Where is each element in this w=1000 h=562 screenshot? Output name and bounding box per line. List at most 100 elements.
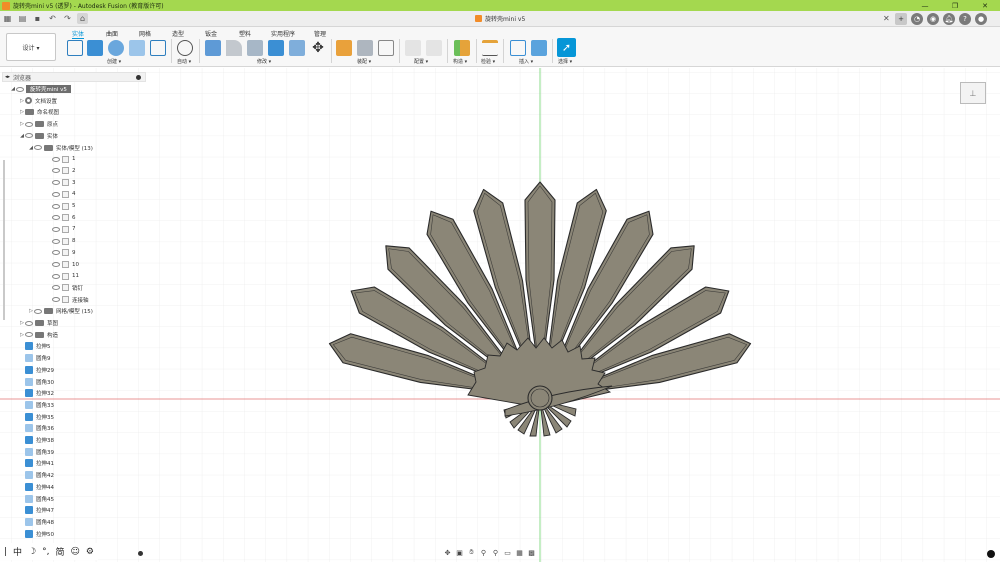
- browser-row[interactable]: ◢ 旋转壳mini v5: [10, 84, 71, 94]
- display-settings-icon[interactable]: ▭: [503, 548, 512, 557]
- viewcube[interactable]: ⊥: [960, 82, 986, 104]
- visibility-eye-icon[interactable]: [52, 168, 60, 174]
- browser-row[interactable]: 拉伸41: [19, 458, 54, 468]
- fillet-icon[interactable]: [226, 40, 242, 56]
- zoom-icon[interactable]: ⚲: [479, 548, 488, 557]
- browser-row[interactable]: 圆角9: [19, 353, 51, 363]
- browser-row[interactable]: 拉伸47: [19, 505, 54, 515]
- press-pull-icon[interactable]: [205, 40, 221, 56]
- visibility-eye-icon[interactable]: [25, 320, 33, 326]
- notifications-icon[interactable]: 🔔︎: [943, 13, 955, 25]
- group-select-label[interactable]: 选择 ▾: [558, 58, 572, 65]
- revolve-icon[interactable]: [108, 40, 124, 56]
- document-tab[interactable]: 旋转壳mini v5: [475, 14, 525, 23]
- job-status-icon[interactable]: ◔: [911, 13, 923, 25]
- browser-row[interactable]: 4: [46, 189, 76, 199]
- user-avatar-icon[interactable]: ●: [975, 13, 987, 25]
- browser-row[interactable]: 圆角33: [19, 400, 54, 410]
- browser-row[interactable]: ▷ 命名视图: [19, 107, 59, 117]
- browser-row[interactable]: ▷ 构造: [19, 330, 58, 340]
- tab-close-icon[interactable]: ✕: [883, 14, 890, 23]
- combine-icon[interactable]: [268, 40, 284, 56]
- visibility-eye-icon[interactable]: [52, 262, 60, 267]
- configure-rule-icon[interactable]: [426, 40, 442, 56]
- tab-sheet-metal[interactable]: 钣金: [205, 29, 217, 38]
- browser-scrollbar[interactable]: [3, 160, 5, 320]
- browser-row[interactable]: 圆角42: [19, 470, 54, 480]
- status-indicator-icon[interactable]: [987, 550, 995, 558]
- browser-row[interactable]: 8: [46, 236, 76, 246]
- browser-row[interactable]: 9: [46, 248, 76, 258]
- apps-grid-icon[interactable]: ▦: [2, 13, 13, 24]
- configure-table-icon[interactable]: [405, 40, 421, 56]
- browser-row[interactable]: ▷ 网格/模型 (15): [28, 306, 93, 316]
- extensions-icon[interactable]: ◉: [927, 13, 939, 25]
- browser-row[interactable]: 拉伸50: [19, 529, 54, 539]
- minimize-button[interactable]: —: [910, 0, 940, 11]
- browser-row[interactable]: ▷ 草图: [19, 318, 58, 328]
- extrude-icon[interactable]: [87, 40, 103, 56]
- browser-row[interactable]: 拉伸5: [19, 341, 51, 351]
- browser-header[interactable]: ◂▸ 浏览器: [2, 72, 146, 82]
- viewport[interactable]: [0, 68, 1000, 562]
- browser-pin-icon[interactable]: [136, 75, 141, 80]
- browser-row[interactable]: 圆角45: [19, 494, 54, 504]
- visibility-eye-icon[interactable]: [25, 121, 33, 127]
- browser-row[interactable]: 拉伸38: [19, 435, 54, 445]
- save-icon[interactable]: ▪: [32, 13, 43, 24]
- orbit-icon[interactable]: ✥: [443, 548, 452, 557]
- redo-icon[interactable]: ↷: [62, 13, 73, 24]
- group-inspect-label[interactable]: 检验 ▾: [481, 58, 495, 65]
- visibility-eye-icon[interactable]: [16, 86, 24, 92]
- browser-row[interactable]: 11: [46, 271, 79, 281]
- ime-settings-icon[interactable]: ⚙: [86, 547, 94, 557]
- browser-row[interactable]: 1: [46, 154, 76, 164]
- visibility-eye-icon[interactable]: [52, 226, 60, 232]
- undo-icon[interactable]: ↶: [47, 13, 58, 24]
- pivot-pin[interactable]: [527, 385, 553, 411]
- browser-row[interactable]: 拉伸44: [19, 482, 54, 492]
- close-button[interactable]: ✕: [970, 0, 1000, 11]
- construct-plane-icon[interactable]: [454, 40, 470, 56]
- pattern-icon[interactable]: [150, 40, 166, 56]
- pan-hand-icon[interactable]: ✋︎: [467, 548, 476, 557]
- visibility-eye-icon[interactable]: [52, 180, 60, 186]
- browser-row[interactable]: 10: [46, 260, 79, 270]
- automate-icon[interactable]: [177, 40, 193, 56]
- tab-mesh[interactable]: 网格: [139, 29, 151, 38]
- browser-row[interactable]: 圆角39: [19, 447, 54, 457]
- visibility-eye-icon[interactable]: [52, 156, 60, 162]
- visibility-eye-icon[interactable]: [52, 203, 60, 209]
- browser-row[interactable]: 拉伸32: [19, 388, 54, 398]
- fit-icon[interactable]: ⚲: [491, 548, 500, 557]
- look-at-icon[interactable]: ▣: [455, 548, 464, 557]
- grid-settings-icon[interactable]: ▦: [515, 548, 524, 557]
- joint-icon[interactable]: [357, 40, 373, 56]
- browser-row[interactable]: 连接轴: [46, 295, 89, 305]
- group-configure-label[interactable]: 配置 ▾: [414, 58, 428, 65]
- visibility-eye-icon[interactable]: [52, 285, 60, 291]
- tab-form[interactable]: 造型: [172, 29, 184, 38]
- maximize-button[interactable]: ❐: [940, 0, 970, 11]
- browser-row[interactable]: 6: [46, 213, 76, 223]
- split-body-icon[interactable]: [289, 40, 305, 56]
- group-create-label[interactable]: 创建 ▾: [107, 58, 121, 65]
- viewports-icon[interactable]: ▩: [527, 548, 536, 557]
- visibility-eye-icon[interactable]: [34, 308, 42, 314]
- new-component-icon[interactable]: [336, 40, 352, 56]
- browser-row[interactable]: 3: [46, 178, 76, 188]
- group-automate-label[interactable]: 自动 ▾: [177, 58, 191, 65]
- tab-manage[interactable]: 管理: [314, 29, 326, 38]
- measure-icon[interactable]: [482, 40, 498, 56]
- browser-row[interactable]: 7: [46, 224, 76, 234]
- browser-row[interactable]: 拉伸35: [19, 412, 54, 422]
- browser-row[interactable]: 销钉: [46, 283, 83, 293]
- ime-punctuation-icon[interactable]: °,: [42, 547, 49, 557]
- ime-chinese-mode[interactable]: 中: [13, 545, 22, 558]
- browser-row[interactable]: 圆角36: [19, 423, 54, 433]
- bill-of-materials-icon[interactable]: [378, 40, 394, 56]
- create-sketch-icon[interactable]: [67, 40, 83, 56]
- visibility-eye-icon[interactable]: [25, 332, 33, 338]
- hole-icon[interactable]: [129, 40, 145, 56]
- tab-plastic[interactable]: 塑料: [239, 29, 251, 38]
